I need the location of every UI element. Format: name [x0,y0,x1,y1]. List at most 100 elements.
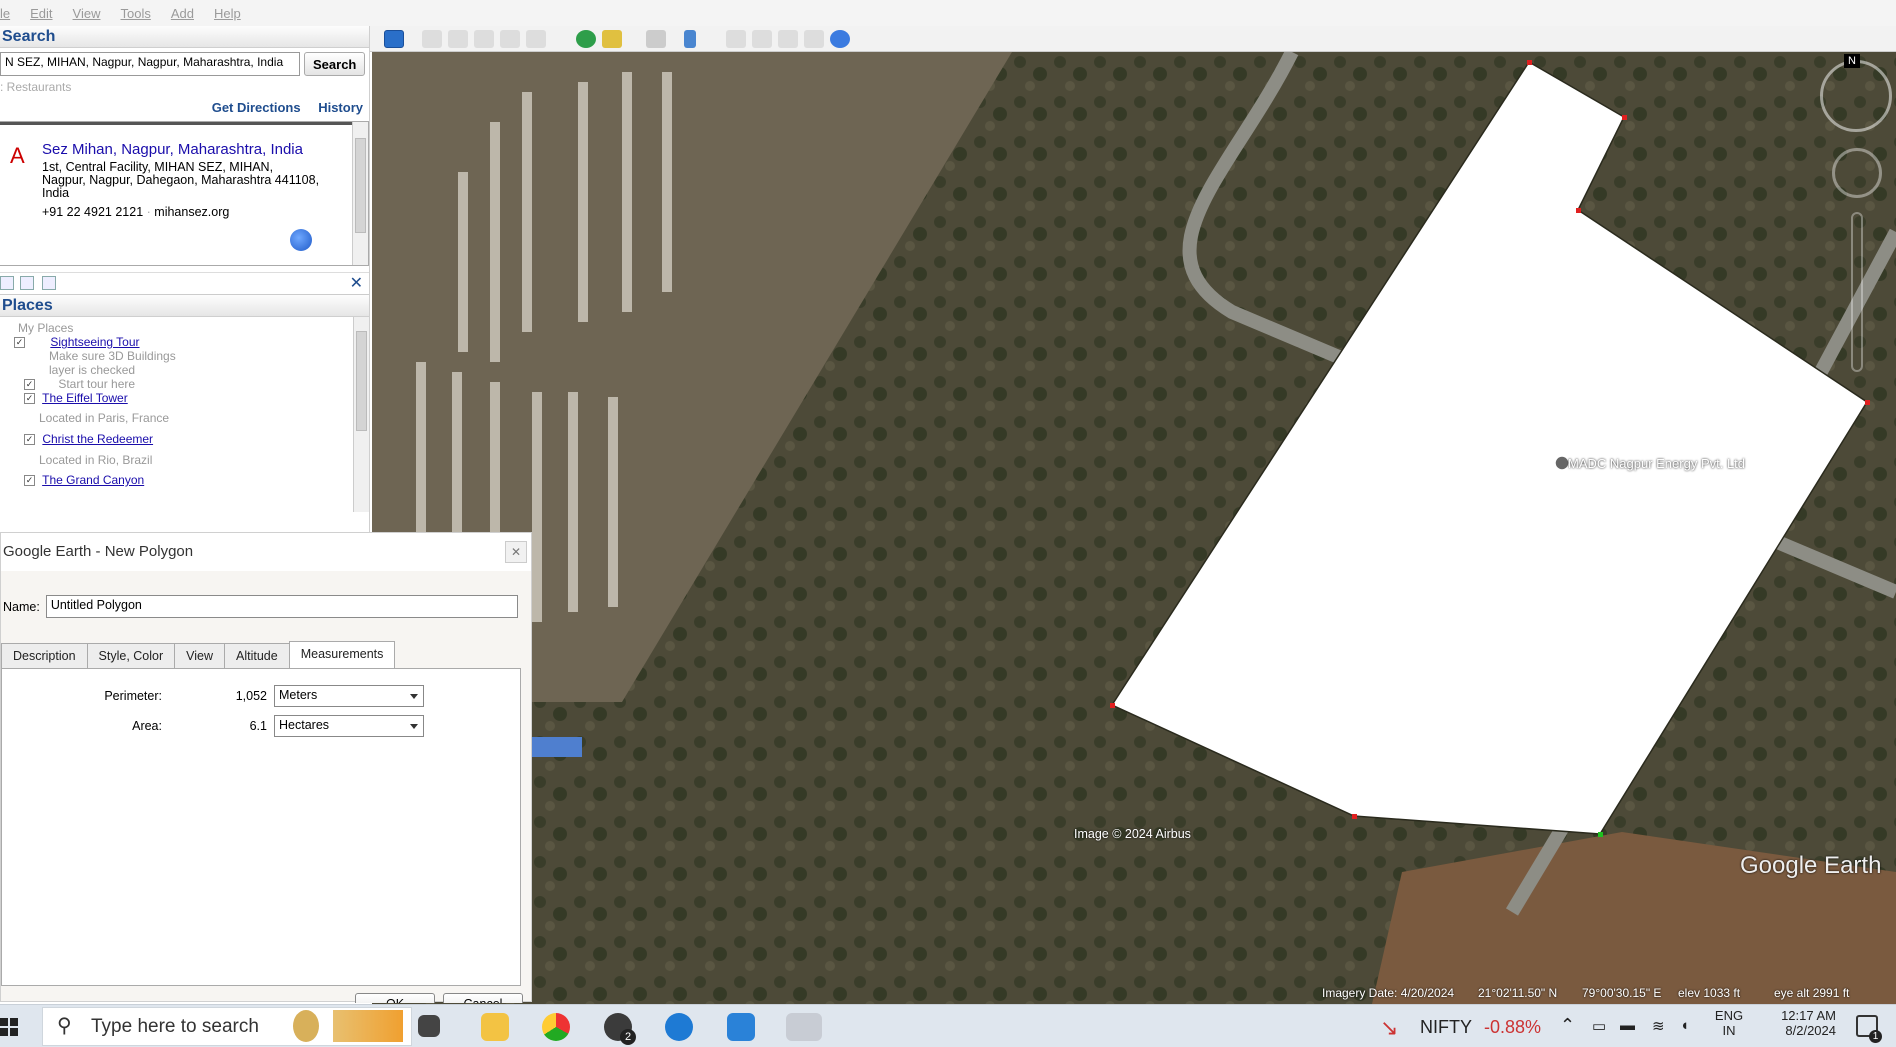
nifty-label[interactable]: NIFTY [1420,1017,1472,1038]
start-tour-label: Start tour here [58,377,136,391]
print-icon[interactable] [42,276,56,290]
search-icon: ⚲ [57,1015,72,1037]
search-button[interactable]: Search [304,52,366,76]
area-unit-select[interactable]: Hectares [274,715,424,737]
dialog-close-icon[interactable]: ✕ [505,541,527,563]
tab-description[interactable]: Description [1,643,88,668]
results-scrollbar[interactable] [352,122,368,265]
my-places[interactable]: My Places [18,321,73,335]
area-unit: Hectares [279,718,330,732]
checkbox[interactable]: ✓ [24,393,35,405]
tab-style-color[interactable]: Style, Color [86,643,176,668]
polygon-icon[interactable] [448,30,468,48]
tree-item-tour[interactable]: ✓ Sightseeing Tour [14,335,140,349]
globe-icon[interactable] [290,229,312,251]
eiffel-link[interactable]: The Eiffel Tower [42,391,128,405]
menu-help[interactable]: Help [214,6,241,21]
get-directions-link[interactable]: Get Directions [212,100,301,115]
dialog-title-bar[interactable]: Google Earth - New Polygon ✕ [1,533,531,571]
historical-imagery-icon[interactable] [576,30,596,48]
battery-icon[interactable]: ▬ [1620,1017,1635,1034]
result-address: 1st, Central Facility, MIHAN SEZ, MIHAN,… [42,161,342,200]
nifty-change[interactable]: -0.88% [1484,1017,1541,1038]
chrome-icon[interactable] [542,1013,570,1041]
name-field[interactable]: Untitled Polygon [45,595,518,618]
tab-altitude[interactable]: Altitude [224,643,290,668]
google-earth-logo: Google Earth [1740,852,1882,879]
photos-icon[interactable] [727,1013,755,1041]
maps-icon[interactable] [804,30,824,48]
wifi-icon[interactable]: ≋ [1652,1017,1665,1035]
tree-item-start-tour[interactable]: ✓ Start tour here [24,377,135,391]
sidebar-toggle-icon[interactable] [384,30,404,48]
history-link[interactable]: History [318,100,363,115]
scroll-thumb[interactable] [356,331,367,431]
scroll-thumb[interactable] [355,138,366,233]
lang-region: IN [1722,1023,1736,1038]
chevron-up-icon[interactable]: ⌃ [1560,1015,1575,1036]
search-input[interactable]: N SEZ, MIHAN, Nagpur, Nagpur, Maharashtr… [0,52,300,76]
email-icon[interactable] [726,30,746,48]
tab-view[interactable]: View [174,643,226,668]
ok-button[interactable]: OK [355,993,435,1003]
placemark-icon[interactable] [422,30,442,48]
stock-icon: ↘ [1380,1015,1399,1040]
google-earth-task-icon[interactable] [786,1013,822,1041]
look-control[interactable] [1832,148,1882,198]
tree-item-canyon[interactable]: ✓ The Grand Canyon [24,473,144,487]
planets-icon[interactable] [646,30,666,48]
notification-center-icon[interactable]: 1 [1856,1015,1882,1043]
tour-link[interactable]: Sightseeing Tour [50,335,139,349]
canyon-link[interactable]: The Grand Canyon [42,473,144,487]
overlay-icon[interactable] [500,30,520,48]
close-icon[interactable]: ✕ [350,273,363,293]
menu-add[interactable]: Add [171,6,194,21]
clock[interactable]: 12:17 AM 8/2/2024 [1756,1008,1836,1038]
checkbox[interactable]: ✓ [24,475,35,487]
earth-icon[interactable] [830,30,850,48]
volume-icon[interactable]: ◖ [1680,1017,1689,1034]
compass-control[interactable] [1820,60,1892,132]
record-tour-icon[interactable] [526,30,546,48]
zoom-slider[interactable] [1851,212,1863,372]
clock-time: 12:17 AM [1781,1008,1836,1023]
dialog-tabs: Description Style, Color View Altitude M… [1,641,396,668]
tree-item-christ[interactable]: ✓ Christ the Redeemer [24,432,153,446]
file-explorer-icon[interactable] [481,1013,509,1041]
places-panel: Places My Places ✓ Sightseeing Tour Make… [0,294,369,512]
places-scrollbar[interactable] [353,317,369,512]
christ-link[interactable]: Christ the Redeemer [42,432,153,446]
path-icon[interactable] [474,30,494,48]
checkbox[interactable]: ✓ [24,434,35,446]
edge-icon[interactable] [665,1013,693,1041]
area-label: Area: [132,719,162,733]
result-title[interactable]: Sez Mihan, Nagpur, Maharashtra, India [42,141,303,158]
language-indicator[interactable]: ENG IN [1712,1008,1746,1038]
menu-tools[interactable]: Tools [120,6,150,21]
menu-view[interactable]: View [73,6,101,21]
back-icon[interactable] [0,276,14,290]
checkbox[interactable]: ✓ [24,379,35,391]
task-view-icon[interactable] [418,1015,440,1037]
meet-icon[interactable]: ▭ [1592,1017,1606,1035]
windows-start-icon[interactable] [0,1018,18,1036]
north-indicator: N [1844,54,1860,68]
placemark-label[interactable]: MADC Nagpur Energy Pvt. Ltd [1568,456,1745,471]
tree-item-eiffel[interactable]: ✓ The Eiffel Tower [24,391,128,405]
website-link[interactable]: mihansez.org [154,205,229,219]
menu-edit[interactable]: Edit [30,6,52,21]
cancel-button[interactable]: Cancel [443,993,523,1003]
perimeter-unit-select[interactable]: Meters [274,685,424,707]
checkbox[interactable]: ✓ [14,337,25,349]
map-view[interactable]: MADC Nagpur Energy Pvt. Ltd Image © 2024… [372,52,1896,1004]
whatsapp-icon[interactable]: 2 [604,1013,636,1045]
tab-measurements[interactable]: Measurements [288,641,396,668]
left-panel: Search N SEZ, MIHAN, Nagpur, Nagpur, Mah… [0,26,370,532]
ruler-icon[interactable] [684,30,696,48]
taskbar-search[interactable]: ⚲ Type here to search [42,1007,412,1046]
save-image-icon[interactable] [778,30,798,48]
copy-icon[interactable] [20,276,34,290]
sunlight-icon[interactable] [602,30,622,48]
print-icon[interactable] [752,30,772,48]
menu-file[interactable]: le [0,6,10,21]
